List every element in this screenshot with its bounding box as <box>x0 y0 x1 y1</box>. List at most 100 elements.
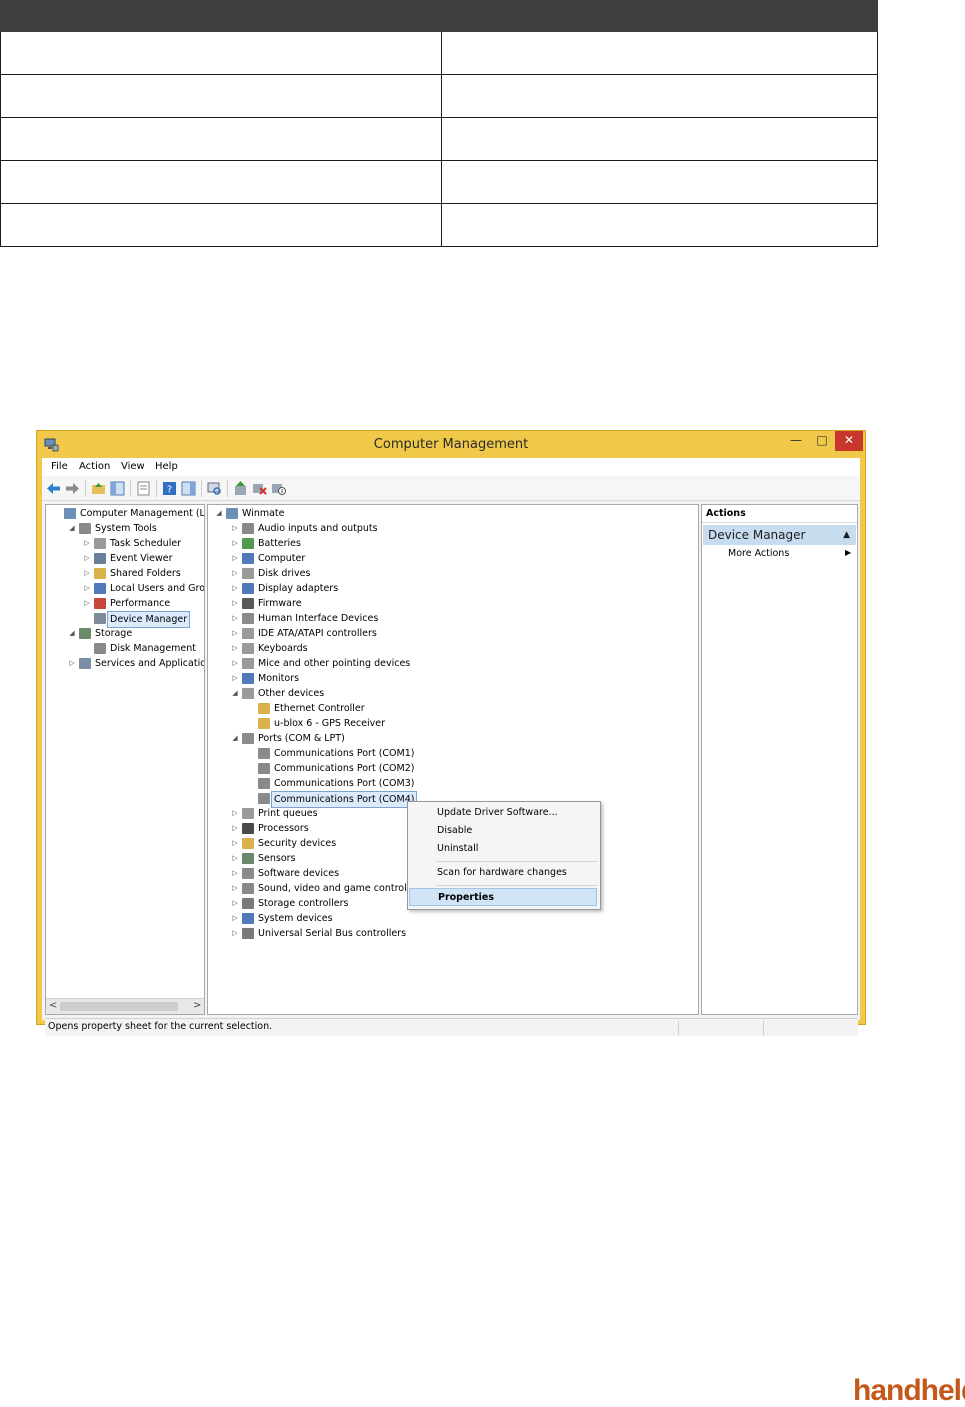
device-tree-item[interactable]: ▷ Firmware <box>231 596 691 611</box>
device-tree-item[interactable]: ▷ Disk drives <box>231 566 691 581</box>
expand-toggle-icon[interactable]: ▷ <box>231 626 239 641</box>
close-button[interactable]: ✕ <box>835 431 863 451</box>
menu-help[interactable]: Help <box>155 461 178 472</box>
device-tree-item[interactable]: ▷ Human Interface Devices <box>231 611 691 626</box>
expand-toggle-icon[interactable]: ◢ <box>215 506 223 521</box>
device-tree-item[interactable]: ◢ Other devices <box>231 686 691 701</box>
menu-item-scan[interactable]: Scan for hardware changes <box>409 864 597 882</box>
minimize-button[interactable]: — <box>783 431 809 451</box>
expand-toggle-icon[interactable]: ◢ <box>68 626 76 641</box>
device-tree-item[interactable]: Communications Port (COM3) <box>247 776 698 791</box>
device-tree-item[interactable]: ◢ Ports (COM & LPT) <box>231 731 691 746</box>
nav-tree-label: Storage <box>95 628 133 639</box>
show-hide-tree-icon[interactable] <box>110 481 125 496</box>
device-tree-item[interactable]: ▷ Audio inputs and outputs <box>231 521 691 536</box>
uninstall-device-icon[interactable] <box>252 481 267 496</box>
expand-toggle-icon[interactable]: ▷ <box>231 566 239 581</box>
expand-toggle-icon[interactable]: ▷ <box>83 596 91 611</box>
expand-toggle-icon[interactable]: ◢ <box>68 521 76 536</box>
properties-icon[interactable] <box>136 481 151 496</box>
expand-toggle-icon[interactable]: ▷ <box>83 536 91 551</box>
expand-toggle-icon[interactable]: ▷ <box>231 821 239 836</box>
nav-tree-item[interactable]: ▷ Event Viewer <box>83 551 204 566</box>
more-actions-link[interactable]: More Actions <box>728 548 789 559</box>
expand-toggle-icon[interactable]: ◢ <box>231 686 239 701</box>
expand-toggle-icon[interactable]: ▷ <box>231 926 239 941</box>
menu-item-update-driver[interactable]: Update Driver Software... <box>409 804 597 822</box>
expand-toggle-icon[interactable]: ◢ <box>231 731 239 746</box>
sound-icon <box>242 883 254 894</box>
expand-toggle-icon[interactable]: ▷ <box>231 656 239 671</box>
device-tree-item[interactable]: ▷ Monitors <box>231 671 691 686</box>
disable-device-icon[interactable] <box>271 481 286 496</box>
menu-item-uninstall[interactable]: Uninstall <box>409 840 597 858</box>
device-tree-label: Software devices <box>258 868 340 879</box>
device-tree-item[interactable]: u-blox 6 - GPS Receiver <box>247 716 698 731</box>
update-driver-icon[interactable] <box>233 481 248 496</box>
scan-hardware-icon[interactable] <box>207 481 222 496</box>
menu-item-disable[interactable]: Disable <box>409 822 597 840</box>
title-bar[interactable]: Computer Management — □ ✕ <box>37 431 865 458</box>
collapse-up-icon[interactable]: ▲ <box>843 525 850 545</box>
show-action-pane-icon[interactable] <box>181 481 196 496</box>
expand-toggle-icon[interactable]: ▷ <box>231 641 239 656</box>
device-tree-item[interactable]: Communications Port (COM1) <box>247 746 698 761</box>
expand-toggle-icon[interactable]: ▷ <box>231 671 239 686</box>
back-icon[interactable] <box>46 481 61 496</box>
nav-tree-item[interactable]: ▷ Services and Applications <box>68 656 204 671</box>
device-tree-item[interactable]: ▷ Computer <box>231 551 691 566</box>
nav-tree-item[interactable]: Disk Management <box>83 641 204 656</box>
menu-view[interactable]: View <box>121 461 145 472</box>
device-tree-item[interactable]: ▷ System devices <box>231 911 691 926</box>
device-tree-item[interactable]: ▷ Batteries <box>231 536 691 551</box>
actions-section-device-manager[interactable]: Device Manager ▲ <box>703 525 856 545</box>
expand-toggle-icon[interactable]: ▷ <box>231 536 239 551</box>
expand-toggle-icon[interactable]: ▷ <box>231 611 239 626</box>
nav-tree-item[interactable]: ▷ Local Users and Groups <box>83 581 204 596</box>
device-tree-item[interactable]: Ethernet Controller <box>247 701 698 716</box>
expand-toggle-icon[interactable]: ▷ <box>83 551 91 566</box>
menu-file[interactable]: File <box>51 461 68 472</box>
device-tree-item[interactable]: ▷ Mice and other pointing devices <box>231 656 691 671</box>
horizontal-scrollbar[interactable]: < > <box>46 998 204 1014</box>
nav-tree-item[interactable]: ◢ Storage <box>68 626 204 641</box>
scroll-left-icon[interactable]: < <box>49 1000 57 1011</box>
expand-toggle-icon[interactable]: ▷ <box>231 581 239 596</box>
help-icon[interactable]: ? <box>162 481 177 496</box>
expand-toggle-icon[interactable]: ▷ <box>231 836 239 851</box>
device-tree-item[interactable]: ▷ Keyboards <box>231 641 691 656</box>
menu-action[interactable]: Action <box>79 461 110 472</box>
nav-tree-item[interactable]: Computer Management (Local <box>53 506 204 521</box>
expand-toggle-icon[interactable]: ▷ <box>68 656 76 671</box>
expand-toggle-icon[interactable]: ▷ <box>231 521 239 536</box>
maximize-button[interactable]: □ <box>809 431 835 451</box>
up-folder-icon[interactable] <box>91 481 106 496</box>
nav-tree-item[interactable]: ▷ Performance <box>83 596 204 611</box>
submenu-arrow-icon[interactable]: ▶ <box>845 548 851 557</box>
expand-toggle-icon[interactable]: ▷ <box>83 581 91 596</box>
scrollbar-thumb[interactable] <box>60 1002 178 1011</box>
device-tree-label: Storage controllers <box>258 898 349 909</box>
expand-toggle-icon[interactable]: ▷ <box>231 896 239 911</box>
expand-toggle-icon[interactable]: ▷ <box>231 596 239 611</box>
nav-tree-item[interactable]: ◢ System Tools <box>68 521 204 536</box>
expand-toggle-icon[interactable]: ▷ <box>231 851 239 866</box>
expand-toggle-icon[interactable]: ▷ <box>83 566 91 581</box>
nav-tree-item[interactable]: Device Manager <box>83 611 204 628</box>
expand-toggle-icon[interactable]: ▷ <box>231 866 239 881</box>
expand-toggle-icon[interactable]: ▷ <box>231 881 239 896</box>
device-tree-item[interactable]: ◢ Winmate <box>215 506 675 521</box>
device-tree-item[interactable]: Communications Port (COM2) <box>247 761 698 776</box>
device-tree-item[interactable]: ▷ IDE ATA/ATAPI controllers <box>231 626 691 641</box>
expand-toggle-icon[interactable]: ▷ <box>231 911 239 926</box>
forward-icon[interactable] <box>65 481 80 496</box>
expand-toggle-icon[interactable]: ▷ <box>231 806 239 821</box>
device-tree-item[interactable]: ▷ Universal Serial Bus controllers <box>231 926 691 941</box>
printer-icon <box>242 808 254 819</box>
expand-toggle-icon[interactable]: ▷ <box>231 551 239 566</box>
menu-item-properties[interactable]: Properties <box>409 888 597 906</box>
nav-tree-item[interactable]: ▷ Task Scheduler <box>83 536 204 551</box>
nav-tree-item[interactable]: ▷ Shared Folders <box>83 566 204 581</box>
device-tree-item[interactable]: ▷ Display adapters <box>231 581 691 596</box>
scroll-right-icon[interactable]: > <box>193 1000 201 1011</box>
